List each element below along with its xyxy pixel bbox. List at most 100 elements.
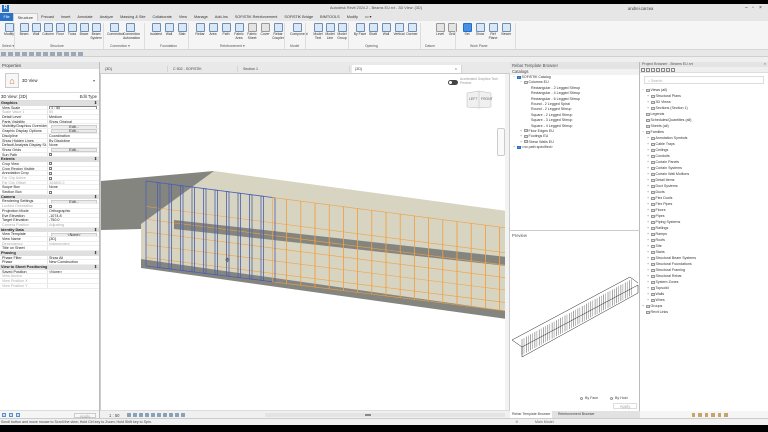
edit-button[interactable]: Edit... xyxy=(51,124,97,129)
ribbon-panel-label[interactable]: Model xyxy=(290,44,299,48)
ribbon-button[interactable]: Dormer xyxy=(405,23,419,37)
property-value[interactable] xyxy=(48,190,99,194)
ribbon-button[interactable]: Show xyxy=(473,23,487,37)
collapse-icon[interactable]: ⇕ xyxy=(94,228,97,233)
switch-windows-icon[interactable] xyxy=(78,51,83,56)
ribbon-button[interactable]: Wall xyxy=(379,23,393,37)
checkbox[interactable] xyxy=(49,162,52,166)
property-value[interactable]: Medium xyxy=(48,115,99,119)
checkbox[interactable] xyxy=(49,167,52,171)
crop-view-icon[interactable] xyxy=(157,413,161,417)
property-value[interactable]: None xyxy=(48,143,99,147)
ribbon-tab[interactable]: Analyze xyxy=(96,13,117,21)
ribbon-tab[interactable]: BIMTOOLS xyxy=(317,13,344,21)
ribbon-panel-label[interactable]: Reinforcement ▾ xyxy=(220,44,245,48)
by-face-radio[interactable]: By Face xyxy=(580,396,598,400)
accelerated-graphics-toggle[interactable] xyxy=(448,80,458,85)
help-icon[interactable] xyxy=(9,413,13,417)
property-value[interactable]: 1 : 50 xyxy=(48,105,99,110)
open-icon[interactable] xyxy=(1,51,6,56)
instance-selector[interactable]: 3D View: {3D} Edit Type xyxy=(0,93,99,101)
selection-face-icon[interactable] xyxy=(711,413,715,417)
view-scale[interactable]: 1 : 50 xyxy=(109,413,119,418)
schedules-icon[interactable] xyxy=(650,68,655,72)
links-icon[interactable] xyxy=(670,68,675,72)
redo-icon[interactable] xyxy=(22,51,27,56)
ribbon-tab[interactable]: Structure xyxy=(13,13,38,21)
collapse-icon[interactable]: ⇕ xyxy=(94,265,97,270)
property-value[interactable] xyxy=(48,167,99,171)
project-browser-search[interactable]: ⌕ Search xyxy=(644,76,764,84)
ribbon-tab[interactable]: Precast xyxy=(38,13,58,21)
properties-icon[interactable] xyxy=(2,413,6,417)
3d-view-icon[interactable] xyxy=(50,51,55,56)
close-icon[interactable]: × xyxy=(764,62,766,67)
ribbon-tab[interactable]: Massing & Site xyxy=(117,13,149,21)
ribbon-tab[interactable]: View xyxy=(175,13,190,21)
visual-style-icon[interactable] xyxy=(133,413,137,417)
edit-button[interactable]: Edit... xyxy=(51,129,97,133)
ribbon-button[interactable]: Area xyxy=(206,23,220,37)
view-tab[interactable]: {3D} xyxy=(102,66,168,72)
ribbon-button[interactable]: Cover xyxy=(258,23,272,37)
property-value[interactable]: -750.0 xyxy=(48,218,99,222)
ribbon-tab[interactable]: ▭ ▾ xyxy=(361,13,375,21)
ribbon-button[interactable]: Path xyxy=(219,23,233,37)
ribbon-tab[interactable]: Manage xyxy=(191,13,212,21)
ribbon-button[interactable]: Model Group xyxy=(335,23,349,40)
viewcube-front[interactable]: FRONT xyxy=(481,97,493,101)
view-scale-input[interactable]: 1 : 50 xyxy=(49,105,97,110)
property-value[interactable]: Edit... xyxy=(48,129,99,133)
ribbon-panel-label[interactable]: Datum xyxy=(425,44,435,48)
edit-button[interactable]: <None> xyxy=(51,232,97,236)
tree-item[interactable]: Revit Links xyxy=(642,309,768,315)
ribbon-button[interactable]: Wall xyxy=(162,23,176,37)
ribbon-button[interactable]: Beam System xyxy=(89,23,103,40)
ribbon-button[interactable]: Connection xyxy=(107,23,124,37)
collapse-icon[interactable]: ⇕ xyxy=(94,101,97,106)
collapse-icon[interactable]: ⇕ xyxy=(94,157,97,162)
ribbon-button[interactable]: Connection Automation xyxy=(123,23,140,40)
ribbon-button[interactable]: Fabric Sheet xyxy=(245,23,259,40)
ribbon-button[interactable]: Vertical xyxy=(392,23,406,37)
checkbox[interactable] xyxy=(49,204,52,208)
property-value[interactable]: None xyxy=(48,185,99,189)
ribbon-button[interactable]: Fabric Area xyxy=(232,23,246,40)
property-value[interactable] xyxy=(48,246,99,250)
viewcube-left[interactable]: LEFT xyxy=(469,97,477,101)
ribbon-panel-label[interactable]: Connection ▾ xyxy=(110,44,130,48)
properties-section[interactable]: Camera ⇕ xyxy=(0,194,99,200)
user-account[interactable]: andrei.carcea xyxy=(628,6,653,11)
property-value[interactable]: Edit... xyxy=(48,199,99,204)
families-icon[interactable] xyxy=(660,68,665,72)
tab-reinforcement-browser[interactable]: Reinforcement Browser xyxy=(556,411,597,418)
property-value[interactable]: Show All xyxy=(48,256,99,260)
ribbon-panel-label[interactable]: Select ▾ xyxy=(2,44,14,48)
ribbon-button[interactable]: Rebar xyxy=(193,23,207,37)
reveal-hidden-icon[interactable] xyxy=(181,413,185,417)
property-value[interactable]: <None> xyxy=(48,270,99,274)
detail-level-icon[interactable] xyxy=(127,413,131,417)
save-icon[interactable] xyxy=(8,51,13,56)
lock-view-icon[interactable] xyxy=(169,413,173,417)
section-icon[interactable] xyxy=(57,51,62,56)
beam-3d-model[interactable]: ✥ xyxy=(101,74,511,412)
vertical-scrollbar[interactable] xyxy=(505,74,509,410)
ribbon-panel-label[interactable]: Work Plane xyxy=(470,44,487,48)
close-hidden-icon[interactable] xyxy=(71,51,76,56)
sun-path-icon[interactable] xyxy=(139,413,143,417)
horizontal-scrollbar[interactable] xyxy=(265,413,505,417)
3d-viewport[interactable]: ✥ Accelerated Graphics Tech Preview LEFT… xyxy=(100,73,511,412)
filter-icon[interactable] xyxy=(16,413,20,417)
properties-section[interactable]: Graphics ⇕ xyxy=(0,101,99,106)
thin-lines-icon[interactable] xyxy=(64,51,69,56)
edit-button[interactable]: Edit... xyxy=(51,199,97,204)
close-icon[interactable]: × xyxy=(759,5,762,11)
property-value[interactable]: Show Original xyxy=(48,120,99,124)
text-icon[interactable] xyxy=(43,51,48,56)
ribbon-tab[interactable]: SOFiSTiK Reinforcement xyxy=(231,13,280,21)
shadows-icon[interactable] xyxy=(145,413,149,417)
rendering-icon[interactable] xyxy=(151,413,155,417)
checkbox[interactable] xyxy=(49,153,52,157)
ribbon-button[interactable]: Rebar Coupler xyxy=(271,23,285,40)
